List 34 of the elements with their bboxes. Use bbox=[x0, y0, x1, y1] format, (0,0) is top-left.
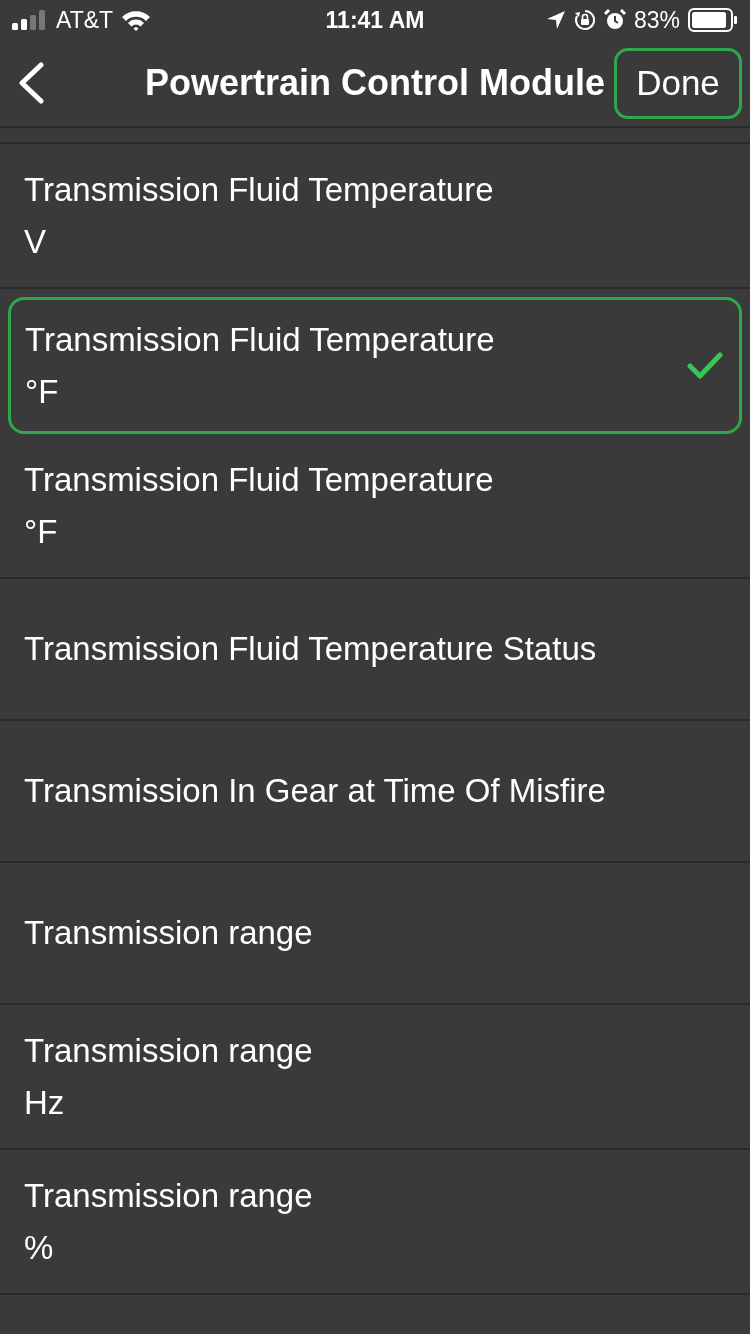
carrier-name: AT&T bbox=[56, 5, 114, 35]
parameter-row[interactable]: Transmission In Gear at Time Of Misfire bbox=[0, 721, 750, 863]
signal-icon bbox=[12, 10, 48, 30]
parameter-name: Transmission Fluid Temperature bbox=[24, 459, 494, 500]
wifi-icon bbox=[121, 9, 152, 31]
rotation-lock-icon bbox=[573, 9, 596, 31]
parameter-name: Transmission Fluid Temperature Status bbox=[24, 629, 597, 669]
parameter-unit: °F bbox=[24, 511, 59, 552]
battery-percent: 83% bbox=[633, 5, 680, 35]
parameter-row[interactable]: Transmission Fluid Temperature °F bbox=[8, 297, 742, 434]
parameter-row[interactable]: Transmission Fluid Temperature Status bbox=[0, 579, 750, 721]
parameter-row[interactable]: Transmission range bbox=[0, 863, 750, 1005]
parameter-unit: % bbox=[24, 1227, 55, 1268]
alarm-clock-icon bbox=[603, 9, 626, 31]
parameter-unit: V bbox=[24, 221, 47, 262]
parameter-name: Transmission range bbox=[24, 1175, 313, 1216]
location-arrow-icon bbox=[545, 10, 566, 30]
parameter-name: Transmission Fluid Temperature bbox=[25, 319, 495, 360]
parameter-name: Transmission Fluid Temperature bbox=[24, 169, 494, 210]
parameter-row[interactable]: Transmission range % bbox=[0, 1150, 750, 1295]
parameter-row[interactable]: Transmission Fluid Temperature °F bbox=[0, 434, 750, 579]
clock-time: 11:41 AM bbox=[325, 5, 425, 35]
checkmark-icon bbox=[687, 351, 723, 380]
battery-icon bbox=[688, 8, 738, 32]
parameter-row[interactable]: Transmission range Hz bbox=[0, 1005, 750, 1150]
back-chevron-icon bbox=[18, 62, 44, 104]
parameter-name: Transmission In Gear at Time Of Misfire bbox=[24, 771, 606, 811]
parameter-unit: Hz bbox=[24, 1082, 66, 1123]
parameter-unit: °F bbox=[25, 371, 60, 412]
done-button[interactable]: Done bbox=[614, 47, 742, 119]
parameter-row[interactable]: Transmission Fluid Temperature V bbox=[0, 144, 750, 289]
parameter-name: Transmission range bbox=[24, 913, 313, 953]
parameter-name: Transmission range bbox=[24, 1030, 313, 1071]
screen-title: Powertrain Control Module bbox=[145, 61, 605, 105]
